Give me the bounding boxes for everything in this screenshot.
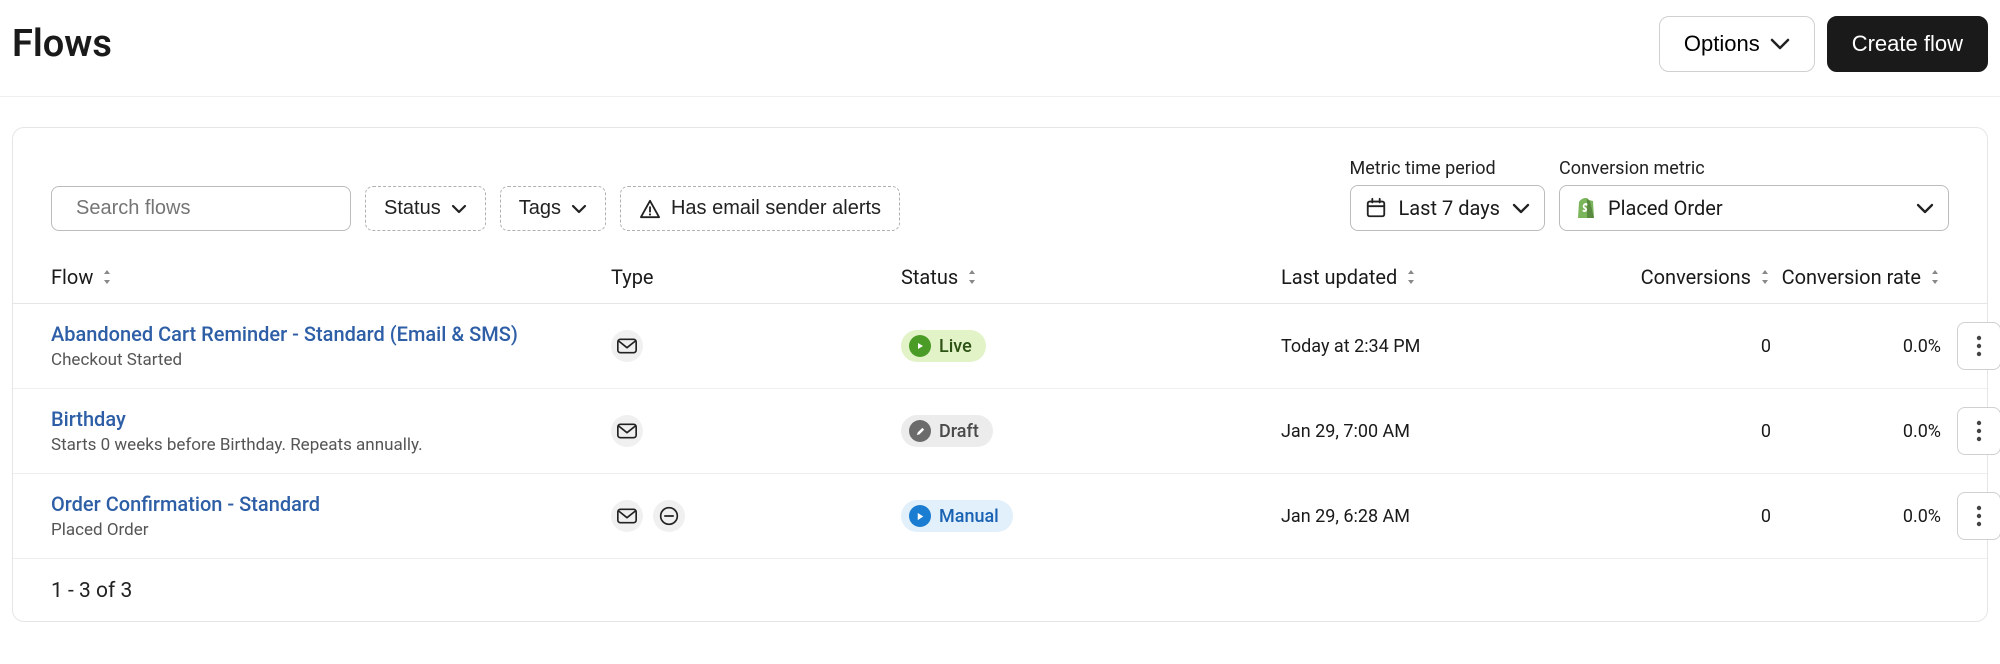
conversion-rate-cell: 0.0% bbox=[1771, 421, 1941, 442]
status-badge: Manual bbox=[901, 500, 1013, 532]
header-actions: Options Create flow bbox=[1659, 16, 1988, 72]
table-row: Birthday Starts 0 weeks before Birthday. … bbox=[13, 389, 1987, 474]
sender-alerts-filter-button[interactable]: Has email sender alerts bbox=[620, 186, 900, 231]
last-updated-cell: Jan 29, 6:28 AM bbox=[1281, 506, 1591, 527]
flow-subtitle: Starts 0 weeks before Birthday. Repeats … bbox=[51, 435, 423, 455]
options-button[interactable]: Options bbox=[1659, 16, 1815, 72]
chevron-down-icon bbox=[451, 204, 467, 214]
conversions-cell: 0 bbox=[1591, 336, 1771, 357]
status-dot-icon bbox=[909, 335, 931, 357]
status-badge: Draft bbox=[901, 415, 993, 447]
sender-alerts-label: Has email sender alerts bbox=[671, 197, 881, 220]
conversions-cell: 0 bbox=[1591, 506, 1771, 527]
conversions-cell: 0 bbox=[1591, 421, 1771, 442]
options-label: Options bbox=[1684, 31, 1760, 57]
chevron-down-icon bbox=[1512, 203, 1530, 214]
conversion-metric-value: Placed Order bbox=[1608, 196, 1723, 220]
search-input-wrap[interactable] bbox=[51, 186, 351, 231]
col-flow[interactable]: Flow bbox=[51, 265, 611, 289]
more-vertical-icon bbox=[1976, 334, 1982, 358]
warning-icon bbox=[639, 199, 661, 219]
col-conversions[interactable]: Conversions bbox=[1591, 265, 1771, 289]
type-cell bbox=[611, 500, 901, 532]
flow-name-link[interactable]: Abandoned Cart Reminder - Standard (Emai… bbox=[51, 322, 518, 346]
conversion-metric-label: Conversion metric bbox=[1559, 158, 1949, 179]
conversion-rate-cell: 0.0% bbox=[1771, 336, 1941, 357]
page-title: Flows bbox=[12, 22, 112, 66]
sort-icon bbox=[1759, 269, 1771, 285]
flow-subtitle: Checkout Started bbox=[51, 350, 182, 370]
type-cell bbox=[611, 415, 901, 447]
sort-icon bbox=[1405, 269, 1417, 285]
chevron-down-icon bbox=[1916, 203, 1934, 214]
conversion-metric-select[interactable]: Placed Order bbox=[1559, 185, 1949, 231]
table-row: Abandoned Cart Reminder - Standard (Emai… bbox=[13, 304, 1987, 389]
tags-filter-label: Tags bbox=[519, 197, 561, 220]
table-header: Flow Type Status Last updated bbox=[13, 251, 1987, 304]
email-icon bbox=[611, 415, 643, 447]
status-text: Draft bbox=[939, 421, 979, 442]
email-icon bbox=[611, 330, 643, 362]
status-dot-icon bbox=[909, 420, 931, 442]
page-header: Flows Options Create flow bbox=[0, 0, 2000, 97]
pagination-text: 1 - 3 of 3 bbox=[13, 559, 1987, 603]
sms-icon bbox=[653, 500, 685, 532]
col-last-updated[interactable]: Last updated bbox=[1281, 265, 1591, 289]
last-updated-cell: Today at 2:34 PM bbox=[1281, 336, 1591, 357]
flows-table: Flow Type Status Last updated bbox=[13, 251, 1987, 559]
col-status[interactable]: Status bbox=[901, 265, 1281, 289]
create-flow-label: Create flow bbox=[1852, 31, 1963, 57]
status-text: Manual bbox=[939, 506, 999, 527]
conversion-rate-cell: 0.0% bbox=[1771, 506, 1941, 527]
calendar-icon bbox=[1365, 197, 1387, 219]
status-badge: Live bbox=[901, 330, 986, 362]
conversion-metric-group: Conversion metric Placed Order bbox=[1559, 158, 1949, 231]
flow-name-link[interactable]: Birthday bbox=[51, 407, 126, 431]
row-more-button[interactable] bbox=[1957, 492, 2000, 540]
toolbar: Status Tags Has email sender alerts Metr… bbox=[13, 158, 1987, 251]
row-more-button[interactable] bbox=[1957, 322, 2000, 370]
flow-name-link[interactable]: Order Confirmation - Standard bbox=[51, 492, 320, 516]
email-icon bbox=[611, 500, 643, 532]
type-cell bbox=[611, 330, 901, 362]
col-conversion-rate[interactable]: Conversion rate bbox=[1771, 265, 1941, 289]
metric-period-value: Last 7 days bbox=[1399, 196, 1500, 220]
col-type: Type bbox=[611, 265, 901, 289]
more-vertical-icon bbox=[1976, 419, 1982, 443]
sort-icon bbox=[966, 269, 978, 285]
flows-card: Status Tags Has email sender alerts Metr… bbox=[12, 127, 1988, 622]
metric-period-label: Metric time period bbox=[1350, 158, 1545, 179]
metric-period-group: Metric time period Last 7 days bbox=[1350, 158, 1545, 231]
row-more-button[interactable] bbox=[1957, 407, 2000, 455]
tags-filter-button[interactable]: Tags bbox=[500, 186, 606, 231]
sort-icon bbox=[1929, 269, 1941, 285]
status-text: Live bbox=[939, 336, 972, 357]
search-input[interactable] bbox=[76, 197, 341, 220]
status-dot-icon bbox=[909, 505, 931, 527]
shopify-icon bbox=[1574, 196, 1598, 220]
status-filter-label: Status bbox=[384, 197, 441, 220]
table-row: Order Confirmation - Standard Placed Orde… bbox=[13, 474, 1987, 559]
last-updated-cell: Jan 29, 7:00 AM bbox=[1281, 421, 1591, 442]
metric-period-select[interactable]: Last 7 days bbox=[1350, 185, 1545, 231]
flow-subtitle: Placed Order bbox=[51, 520, 148, 540]
sort-icon bbox=[101, 269, 113, 285]
more-vertical-icon bbox=[1976, 504, 1982, 528]
status-filter-button[interactable]: Status bbox=[365, 186, 486, 231]
create-flow-button[interactable]: Create flow bbox=[1827, 16, 1988, 72]
chevron-down-icon bbox=[571, 204, 587, 214]
chevron-down-icon bbox=[1770, 38, 1790, 50]
